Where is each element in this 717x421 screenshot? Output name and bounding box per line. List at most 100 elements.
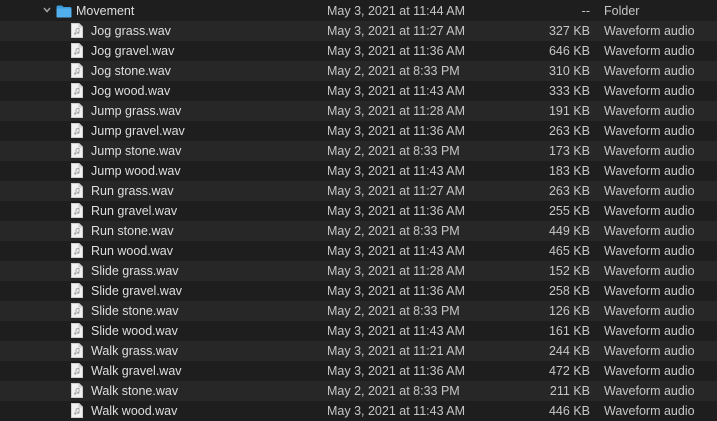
- file-size: 173 KB: [548, 144, 590, 158]
- file-row[interactable]: Walk grass.wav May 3, 2021 at 11:21 AM 244…: [0, 341, 717, 361]
- file-kind: Waveform audio: [604, 124, 695, 138]
- file-kind: Waveform audio: [604, 44, 695, 58]
- audio-file-icon: [71, 143, 83, 158]
- file-row[interactable]: Slide grass.wav May 3, 2021 at 11:28 AM 15…: [0, 261, 717, 281]
- file-size: 333 KB: [548, 84, 590, 98]
- file-name: Jump gravel.wav: [91, 124, 185, 138]
- file-name: Walk gravel.wav: [91, 364, 182, 378]
- file-kind: Waveform audio: [604, 224, 695, 238]
- file-list: Movement May 3, 2021 at 11:44 AM -- Fold…: [0, 0, 717, 421]
- file-size: 263 KB: [548, 124, 590, 138]
- file-size: 646 KB: [548, 44, 590, 58]
- file-size: 258 KB: [548, 284, 590, 298]
- file-kind: Waveform audio: [604, 344, 695, 358]
- file-kind: Waveform audio: [604, 384, 695, 398]
- audio-file-icon: [71, 203, 83, 218]
- file-row[interactable]: Walk gravel.wav May 3, 2021 at 11:36 AM 47…: [0, 361, 717, 381]
- folder-icon: [56, 4, 72, 18]
- file-date-modified: May 3, 2021 at 11:27 AM: [327, 24, 466, 38]
- file-name: Slide gravel.wav: [91, 284, 183, 298]
- file-row[interactable]: Walk wood.wav May 3, 2021 at 11:43 AM 446 …: [0, 401, 717, 421]
- audio-file-icon: [71, 243, 83, 258]
- file-size: 126 KB: [548, 304, 590, 318]
- file-name: Run wood.wav: [91, 244, 173, 258]
- file-kind: Waveform audio: [604, 24, 695, 38]
- audio-file-icon: [71, 323, 83, 338]
- file-kind: Waveform audio: [604, 64, 695, 78]
- file-row[interactable]: Slide gravel.wav May 3, 2021 at 11:36 AM 2…: [0, 281, 717, 301]
- file-size: 191 KB: [548, 104, 590, 118]
- file-row[interactable]: Run gravel.wav May 3, 2021 at 11:36 AM 255…: [0, 201, 717, 221]
- file-row[interactable]: Walk stone.wav May 2, 2021 at 8:33 PM 211 …: [0, 381, 717, 401]
- file-size: 310 KB: [548, 64, 590, 78]
- file-kind: Waveform audio: [604, 184, 695, 198]
- file-name: Jog stone.wav: [91, 64, 171, 78]
- file-name: Slide wood.wav: [91, 324, 178, 338]
- file-kind: Waveform audio: [604, 284, 695, 298]
- audio-file-icon: [71, 403, 83, 418]
- file-size: 472 KB: [548, 364, 590, 378]
- file-kind: Waveform audio: [604, 244, 695, 258]
- folder-date-modified: May 3, 2021 at 11:44 AM: [327, 4, 466, 18]
- audio-file-icon: [71, 43, 83, 58]
- audio-file-icon: [71, 303, 83, 318]
- file-kind: Waveform audio: [604, 104, 695, 118]
- audio-file-icon: [71, 383, 83, 398]
- file-kind: Waveform audio: [604, 304, 695, 318]
- file-name: Walk wood.wav: [91, 404, 178, 418]
- file-date-modified: May 2, 2021 at 8:33 PM: [327, 144, 460, 158]
- file-row[interactable]: Jump wood.wav May 3, 2021 at 11:43 AM 183 …: [0, 161, 717, 181]
- file-row[interactable]: Jog wood.wav May 3, 2021 at 11:43 AM 333 K…: [0, 81, 717, 101]
- file-date-modified: May 2, 2021 at 8:33 PM: [327, 224, 460, 238]
- file-date-modified: May 3, 2021 at 11:43 AM: [327, 244, 466, 258]
- file-kind: Waveform audio: [604, 364, 695, 378]
- file-row[interactable]: Slide stone.wav May 2, 2021 at 8:33 PM 126…: [0, 301, 717, 321]
- chevron-down-icon[interactable]: [40, 1, 54, 21]
- file-date-modified: May 3, 2021 at 11:36 AM: [327, 204, 466, 218]
- file-date-modified: May 3, 2021 at 11:43 AM: [327, 164, 466, 178]
- file-row[interactable]: Run wood.wav May 3, 2021 at 11:43 AM 465 K…: [0, 241, 717, 261]
- folder-name: Movement: [76, 4, 135, 18]
- file-row[interactable]: Slide wood.wav May 3, 2021 at 11:43 AM 161…: [0, 321, 717, 341]
- file-kind: Waveform audio: [604, 264, 695, 278]
- file-name: Jog gravel.wav: [91, 44, 175, 58]
- audio-file-icon: [71, 23, 83, 38]
- file-kind: Waveform audio: [604, 404, 695, 418]
- audio-file-icon: [71, 123, 83, 138]
- file-row[interactable]: Jump gravel.wav May 3, 2021 at 11:36 AM 26…: [0, 121, 717, 141]
- file-date-modified: May 3, 2021 at 11:36 AM: [327, 284, 466, 298]
- file-date-modified: May 2, 2021 at 8:33 PM: [327, 384, 460, 398]
- folder-row-movement[interactable]: Movement May 3, 2021 at 11:44 AM -- Fold…: [0, 1, 717, 21]
- file-kind: Waveform audio: [604, 84, 695, 98]
- file-name: Jump grass.wav: [91, 104, 182, 118]
- file-name: Run stone.wav: [91, 224, 174, 238]
- file-name: Walk grass.wav: [91, 344, 179, 358]
- file-row[interactable]: Jog gravel.wav May 3, 2021 at 11:36 AM 646…: [0, 41, 717, 61]
- file-size: 161 KB: [548, 324, 590, 338]
- file-date-modified: May 3, 2021 at 11:21 AM: [327, 344, 466, 358]
- file-row[interactable]: Run stone.wav May 2, 2021 at 8:33 PM 449 K…: [0, 221, 717, 241]
- file-kind: Waveform audio: [604, 204, 695, 218]
- file-kind: Waveform audio: [604, 144, 695, 158]
- file-row[interactable]: Jog grass.wav May 3, 2021 at 11:27 AM 327 …: [0, 21, 717, 41]
- file-name: Run grass.wav: [91, 184, 174, 198]
- file-date-modified: May 3, 2021 at 11:36 AM: [327, 44, 466, 58]
- audio-file-icon: [71, 63, 83, 78]
- file-name: Run gravel.wav: [91, 204, 178, 218]
- file-date-modified: May 2, 2021 at 8:33 PM: [327, 64, 460, 78]
- file-date-modified: May 3, 2021 at 11:28 AM: [327, 104, 466, 118]
- audio-file-icon: [71, 283, 83, 298]
- file-row[interactable]: Jog stone.wav May 2, 2021 at 8:33 PM 310 K…: [0, 61, 717, 81]
- file-row[interactable]: Jump grass.wav May 3, 2021 at 11:28 AM 191…: [0, 101, 717, 121]
- audio-file-icon: [71, 223, 83, 238]
- file-row[interactable]: Run grass.wav May 3, 2021 at 11:27 AM 263 …: [0, 181, 717, 201]
- audio-file-icon: [71, 83, 83, 98]
- file-row[interactable]: Jump stone.wav May 2, 2021 at 8:33 PM 173 …: [0, 141, 717, 161]
- audio-file-icon: [71, 163, 83, 178]
- file-date-modified: May 3, 2021 at 11:28 AM: [327, 264, 466, 278]
- file-size: 183 KB: [548, 164, 590, 178]
- file-date-modified: May 3, 2021 at 11:43 AM: [327, 84, 466, 98]
- folder-kind: Folder: [604, 4, 640, 18]
- file-size: 263 KB: [548, 184, 590, 198]
- audio-file-icon: [71, 263, 83, 278]
